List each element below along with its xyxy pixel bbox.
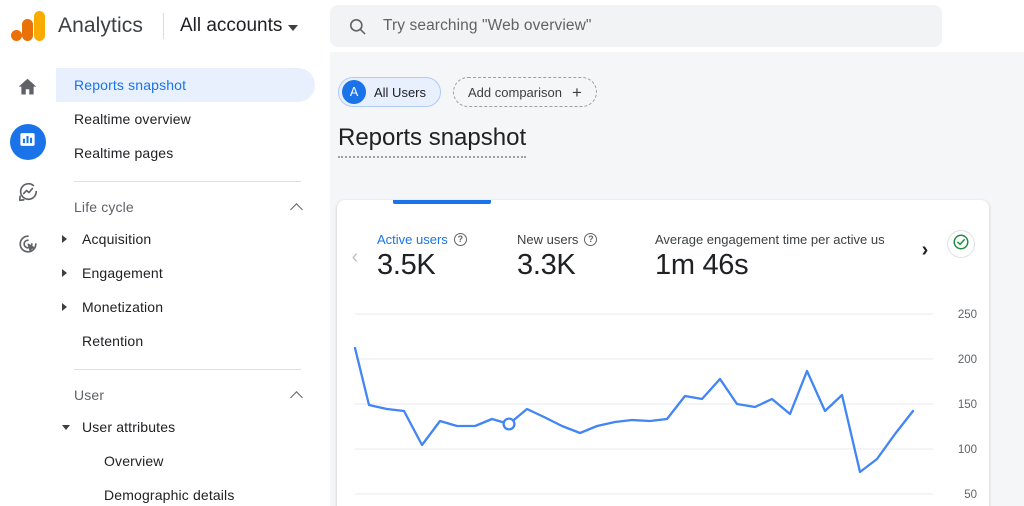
chevron-up-icon <box>290 202 303 216</box>
metric-header: Average engagement time per active us <box>655 232 915 247</box>
sidebar-item-retention[interactable]: Retention <box>56 324 315 358</box>
sidebar-item-label: Realtime pages <box>74 145 174 161</box>
sidebar-item-label: Retention <box>82 333 144 349</box>
sidebar-section-label: Life cycle <box>74 199 134 215</box>
metrics-row: ‹ Active users ? 3.5K New users ? 3.3K A… <box>337 222 989 292</box>
sidebar-item-monetization[interactable]: Monetization <box>56 290 315 324</box>
rail-item-reports[interactable] <box>9 124 46 160</box>
analytics-app: Analytics All accounts Try searching "We… <box>0 0 1024 506</box>
comparison-chips-row: A All Users Add comparison + <box>330 52 1024 108</box>
sidebar-item-realtime-overview[interactable]: Realtime overview <box>56 102 315 136</box>
rail-item-advertising[interactable] <box>10 228 46 264</box>
rail-item-explore[interactable] <box>10 176 46 212</box>
chip-all-users-label: All Users <box>374 84 427 100</box>
logo-bar-tall <box>34 10 45 41</box>
metric-avg-engagement-time[interactable]: Average engagement time per active us 1m… <box>655 232 915 282</box>
y-tick-100: 100 <box>958 444 977 456</box>
page-title-wrap: Reports snapshot <box>330 108 1024 158</box>
analytics-logo[interactable] <box>0 0 56 52</box>
status-badge[interactable] <box>947 230 975 258</box>
triangle-right-icon <box>62 303 76 311</box>
sidebar-item-label: Overview <box>104 453 164 469</box>
active-metric-indicator <box>393 200 491 204</box>
search-icon <box>348 17 367 36</box>
metric-label: Active users <box>377 232 448 247</box>
account-switcher[interactable]: All accounts <box>179 14 299 37</box>
metric-label: Average engagement time per active us <box>655 232 885 247</box>
sidebar-item-user-attributes[interactable]: User attributes <box>56 410 315 444</box>
metric-new-users[interactable]: New users ? 3.3K <box>517 232 655 282</box>
add-comparison-label: Add comparison <box>468 84 562 100</box>
sidebar-item-label: Realtime overview <box>74 111 191 127</box>
home-icon <box>17 77 38 103</box>
sidebar-item-demographic-details[interactable]: Demographic details <box>56 478 315 506</box>
help-circle-icon[interactable]: ? <box>453 233 467 246</box>
metrics-prev-button[interactable]: ‹ <box>337 247 373 267</box>
sidebar-item-label: Engagement <box>82 265 163 281</box>
chart-gridlines <box>355 313 933 495</box>
chart-svg: 250 200 150 100 50 <box>353 309 977 501</box>
search-bar[interactable]: Try searching "Web overview" <box>330 5 942 47</box>
overview-card: ‹ Active users ? 3.5K New users ? 3.3K A… <box>337 200 989 506</box>
sidebar-divider <box>74 181 301 182</box>
icon-rail <box>0 52 56 506</box>
explore-icon <box>17 181 39 208</box>
metric-active-users[interactable]: Active users ? 3.5K <box>377 232 517 282</box>
logo-dot <box>11 29 22 41</box>
chevron-up-icon <box>290 390 303 404</box>
metric-label: New users <box>517 232 579 247</box>
metric-header: New users ? <box>517 232 655 247</box>
help-circle-icon[interactable]: ? <box>584 233 598 246</box>
plus-icon: + <box>571 82 582 102</box>
search-input[interactable]: Try searching "Web overview" <box>383 17 592 35</box>
metric-value: 3.5K <box>377 249 436 281</box>
triangle-right-icon <box>62 269 76 277</box>
chart-line-active-users <box>353 346 915 474</box>
main-content: A All Users Add comparison + Reports sna… <box>330 52 1024 506</box>
account-switcher-label: All accounts <box>179 14 283 36</box>
brand-divider <box>162 12 164 39</box>
metric-value: 1m 46s <box>655 249 749 281</box>
chip-all-users[interactable]: A All Users <box>338 77 442 107</box>
chevron-down-icon <box>288 24 299 31</box>
y-tick-50: 50 <box>964 489 977 501</box>
sidebar-item-label: Demographic details <box>104 487 235 503</box>
sidebar-item-label: User attributes <box>82 419 176 435</box>
sidebar-item-engagement[interactable]: Engagement <box>56 256 315 290</box>
sidebar-item-reports-snapshot[interactable]: Reports snapshot <box>56 68 315 102</box>
reports-bar-chart-icon <box>18 130 37 154</box>
advertising-target-icon <box>17 233 39 260</box>
chart-y-axis-labels: 250 200 150 100 50 <box>958 309 977 501</box>
brand-name: Analytics <box>58 13 143 37</box>
sidebar-section-user[interactable]: User <box>56 380 329 410</box>
sidebar-item-realtime-pages[interactable]: Realtime pages <box>56 136 315 170</box>
triangle-right-icon <box>62 235 76 243</box>
avatar: A <box>342 80 366 104</box>
metric-value: 3.3K <box>517 249 576 281</box>
y-tick-150: 150 <box>958 399 977 411</box>
metrics-next-button[interactable]: › <box>907 240 943 260</box>
add-comparison-button[interactable]: Add comparison + <box>453 77 597 107</box>
sidebar-item-label: Reports snapshot <box>74 77 187 93</box>
sidebar-section-label: User <box>74 387 105 403</box>
chart-highlight-point <box>502 417 516 431</box>
metric-header: Active users ? <box>377 232 517 247</box>
sidebar-item-label: Acquisition <box>82 231 152 247</box>
logo-bar-mid <box>22 18 33 41</box>
triangle-down-icon <box>62 424 76 430</box>
active-users-line-chart[interactable]: 250 200 150 100 50 <box>337 300 989 506</box>
sidebar-nav: Reports snapshot Realtime overview Realt… <box>56 52 330 506</box>
y-tick-250: 250 <box>958 309 977 321</box>
sidebar-section-life-cycle[interactable]: Life cycle <box>56 192 329 222</box>
top-bar: Analytics All accounts Try searching "We… <box>0 0 1024 52</box>
sidebar-item-overview[interactable]: Overview <box>56 444 315 478</box>
sidebar-item-acquisition[interactable]: Acquisition <box>56 222 315 256</box>
check-circle-icon <box>952 233 970 256</box>
sidebar-item-label: Monetization <box>82 299 164 315</box>
rail-item-home[interactable] <box>10 72 46 108</box>
sidebar-divider <box>74 369 301 370</box>
page-title: Reports snapshot <box>338 124 527 158</box>
y-tick-200: 200 <box>958 354 977 366</box>
